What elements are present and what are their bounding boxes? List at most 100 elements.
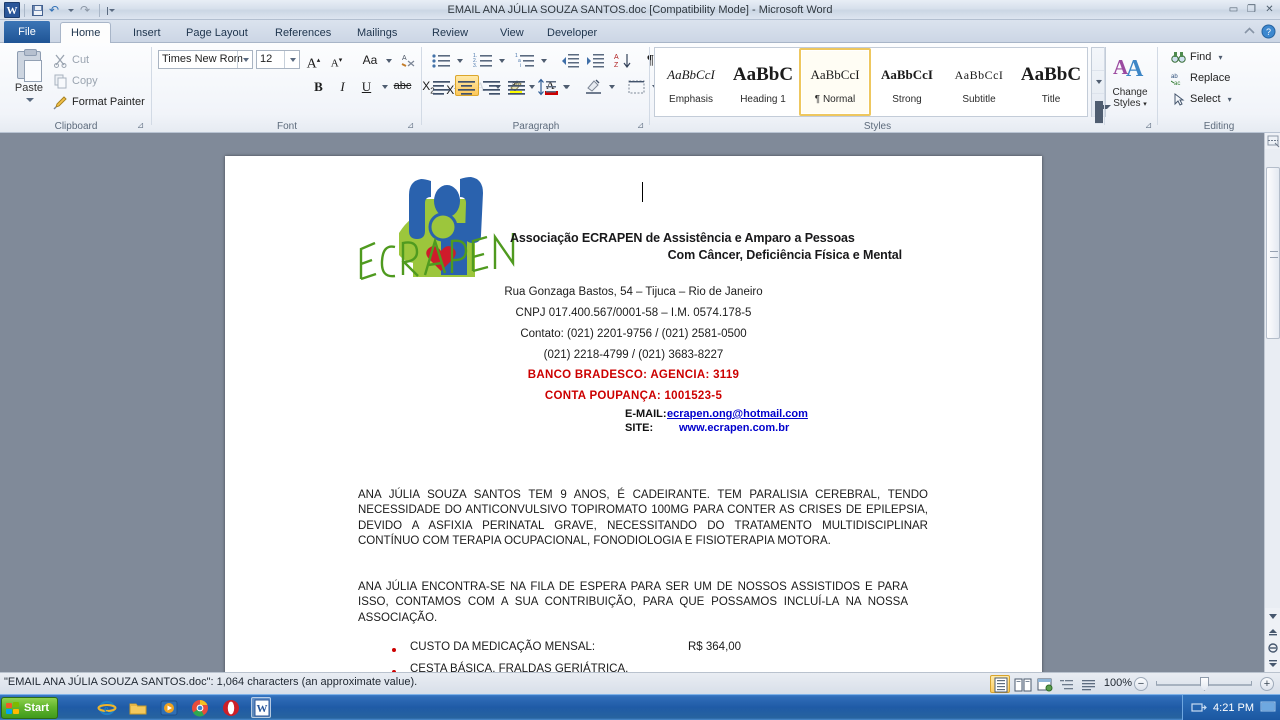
zoom-slider[interactable]: − + bbox=[1134, 676, 1274, 692]
tab-view[interactable]: View bbox=[490, 23, 534, 43]
zoom-in-button[interactable]: + bbox=[1260, 677, 1274, 691]
site-link[interactable]: www.ecrapen.com.br bbox=[679, 422, 789, 434]
change-styles-button[interactable]: A A Change Styles ▾ bbox=[1102, 47, 1156, 113]
tab-insert[interactable]: Insert bbox=[123, 23, 171, 43]
undo-icon[interactable]: ↶ bbox=[47, 2, 64, 19]
clipboard-dialog-launcher[interactable]: ⊿ bbox=[135, 120, 146, 131]
vertical-scrollbar[interactable] bbox=[1264, 133, 1280, 672]
font-dialog-launcher[interactable]: ⊿ bbox=[405, 120, 416, 131]
web-layout-view-button[interactable] bbox=[1034, 675, 1054, 693]
restore-button[interactable]: ❐ bbox=[1243, 2, 1260, 17]
show-desktop-icon[interactable] bbox=[1260, 700, 1276, 717]
zoom-level-label[interactable]: 100% bbox=[1104, 677, 1132, 689]
print-layout-view-button[interactable] bbox=[990, 675, 1010, 693]
underline-button[interactable]: U bbox=[356, 75, 377, 96]
shading-button[interactable] bbox=[582, 75, 606, 96]
tab-developer[interactable]: Developer bbox=[537, 23, 607, 43]
borders-button[interactable] bbox=[625, 75, 649, 96]
italic-button[interactable]: I bbox=[332, 75, 353, 96]
tab-home[interactable]: Home bbox=[60, 22, 112, 44]
style-subtitle[interactable]: AaBbCcI Subtitle bbox=[943, 48, 1015, 116]
scroll-thumb[interactable] bbox=[1266, 167, 1280, 339]
multilevel-list-button[interactable]: 1ai bbox=[514, 49, 538, 70]
decrease-indent-button[interactable] bbox=[559, 49, 583, 70]
style-strong[interactable]: AaBbCcI Strong bbox=[871, 48, 943, 116]
full-screen-reading-view-button[interactable] bbox=[1012, 675, 1032, 693]
increase-indent-button[interactable] bbox=[584, 49, 608, 70]
taskbar-google-chrome-icon[interactable] bbox=[189, 697, 209, 718]
select-button[interactable]: Select ▾ bbox=[1168, 89, 1232, 109]
underline-dropdown[interactable] bbox=[378, 75, 389, 96]
save-icon[interactable] bbox=[29, 2, 46, 19]
bullets-dropdown[interactable] bbox=[453, 49, 464, 70]
multilevel-list-dropdown[interactable] bbox=[537, 49, 548, 70]
change-case-dropdown[interactable] bbox=[382, 49, 393, 70]
taskbar-opera-icon[interactable] bbox=[220, 697, 240, 718]
style-normal[interactable]: AaBbCcI ¶ Normal bbox=[799, 48, 871, 116]
grow-font-button[interactable]: A▴ bbox=[303, 49, 324, 72]
tray-notification-icon[interactable] bbox=[1191, 700, 1207, 717]
align-center-button[interactable] bbox=[455, 75, 479, 96]
minimize-ribbon-icon[interactable] bbox=[1242, 24, 1257, 39]
numbering-dropdown[interactable] bbox=[495, 49, 506, 70]
align-left-button[interactable] bbox=[430, 75, 454, 96]
style-heading-1[interactable]: AaBbC Heading 1 bbox=[727, 48, 799, 116]
taskbar-clock[interactable]: 4:21 PM bbox=[1213, 702, 1254, 714]
split-window-icon[interactable] bbox=[1265, 133, 1280, 149]
justify-button[interactable] bbox=[505, 75, 529, 96]
style-title[interactable]: AaBbC Title bbox=[1015, 48, 1087, 116]
align-right-button[interactable] bbox=[480, 75, 504, 96]
tab-review[interactable]: Review bbox=[422, 23, 478, 43]
bullets-button[interactable] bbox=[430, 49, 454, 70]
change-case-button[interactable]: Aa bbox=[357, 49, 383, 70]
scroll-down-button[interactable] bbox=[1265, 608, 1280, 624]
email-link[interactable]: ecrapen.ong@hotmail.com bbox=[667, 408, 808, 420]
shrink-font-button[interactable]: A▾ bbox=[326, 49, 347, 70]
previous-page-button[interactable] bbox=[1265, 624, 1280, 640]
shading-dropdown[interactable] bbox=[605, 75, 616, 96]
zoom-thumb[interactable] bbox=[1200, 677, 1209, 691]
tab-page-layout[interactable]: Page Layout bbox=[176, 23, 258, 43]
tab-file[interactable]: File bbox=[4, 21, 50, 43]
font-name-input[interactable]: Times New Rom bbox=[158, 50, 253, 69]
taskbar-internet-explorer-icon[interactable]: e bbox=[96, 697, 117, 718]
style-emphasis[interactable]: AaBbCcI Emphasis bbox=[655, 48, 727, 116]
find-button[interactable]: Find ▾ bbox=[1168, 47, 1222, 67]
taskbar-windows-explorer-icon[interactable] bbox=[127, 697, 147, 718]
document-canvas[interactable]: Associação ECRAPEN de Assistência e Ampa… bbox=[0, 133, 1264, 672]
chevron-down-icon[interactable] bbox=[284, 51, 299, 68]
outline-view-button[interactable] bbox=[1056, 675, 1076, 693]
start-button[interactable]: Start bbox=[1, 697, 59, 719]
word-logo-icon[interactable]: W bbox=[4, 2, 20, 18]
format-painter-button[interactable]: Format Painter bbox=[50, 92, 145, 112]
chevron-down-icon[interactable]: ▾ bbox=[1228, 95, 1232, 104]
numbering-button[interactable]: 1. 2. 3. bbox=[472, 49, 496, 70]
strikethrough-button[interactable]: abc bbox=[392, 75, 413, 96]
zoom-out-button[interactable]: − bbox=[1134, 677, 1148, 691]
taskbar-media-player-icon[interactable] bbox=[158, 697, 178, 718]
select-browse-object-button[interactable] bbox=[1265, 640, 1280, 656]
minimize-button[interactable]: ▭ bbox=[1225, 2, 1242, 17]
help-icon[interactable]: ? bbox=[1261, 24, 1276, 39]
paste-button[interactable]: Paste bbox=[8, 47, 48, 111]
replace-button[interactable]: ab ac Replace bbox=[1168, 68, 1230, 88]
cut-button[interactable]: Cut bbox=[50, 50, 89, 70]
redo-icon[interactable]: ↷ bbox=[78, 2, 95, 19]
line-spacing-dropdown[interactable] bbox=[559, 75, 570, 96]
styles-dialog-launcher[interactable]: ⊿ bbox=[1143, 120, 1154, 131]
chevron-down-icon[interactable]: ▾ bbox=[1218, 53, 1222, 62]
copy-button[interactable]: Copy bbox=[50, 71, 98, 91]
draft-view-button[interactable] bbox=[1078, 675, 1098, 693]
taskbar-word-icon[interactable]: W bbox=[251, 697, 271, 718]
font-size-input[interactable]: 12 bbox=[256, 50, 300, 69]
close-button[interactable]: ✕ bbox=[1261, 2, 1278, 17]
next-page-button[interactable] bbox=[1265, 656, 1280, 672]
customize-qat-icon[interactable] bbox=[104, 2, 118, 19]
paragraph-dialog-launcher[interactable]: ⊿ bbox=[635, 120, 646, 131]
bold-button[interactable]: B bbox=[308, 75, 329, 96]
tab-mailings[interactable]: Mailings bbox=[347, 23, 407, 43]
chevron-down-icon[interactable] bbox=[237, 51, 252, 68]
tab-references[interactable]: References bbox=[265, 23, 341, 43]
document-page[interactable]: Associação ECRAPEN de Assistência e Ampa… bbox=[225, 156, 1042, 672]
line-spacing-button[interactable] bbox=[536, 75, 560, 96]
